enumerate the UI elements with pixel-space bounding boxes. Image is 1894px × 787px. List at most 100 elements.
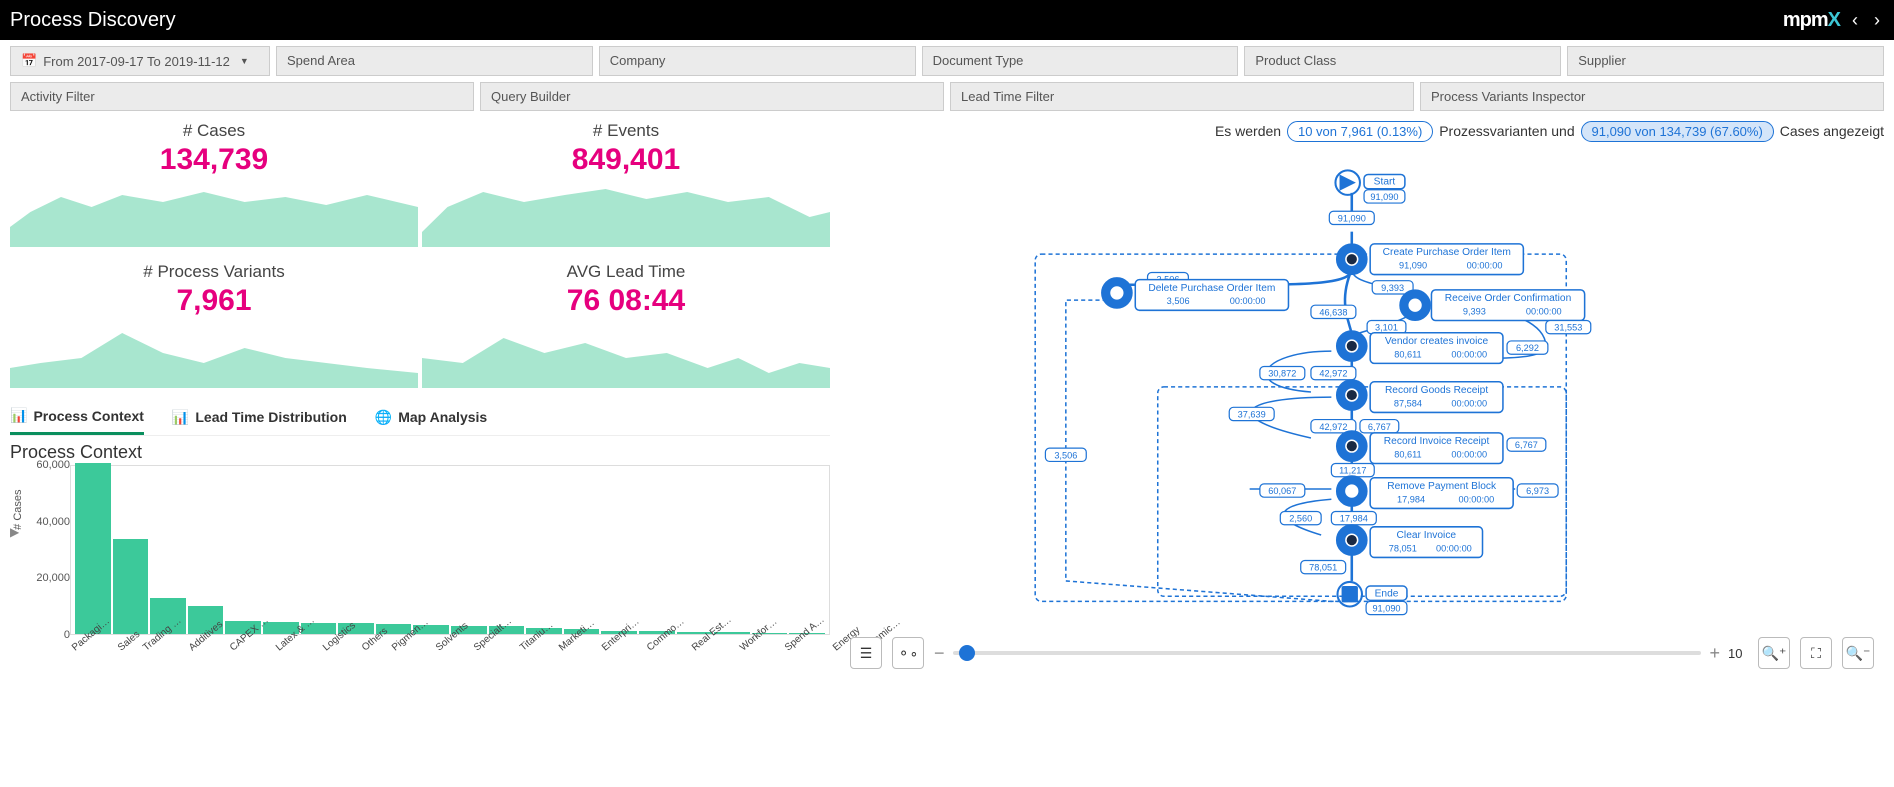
svg-text:91,090: 91,090: [1399, 260, 1427, 270]
y-axis-label: # Cases: [12, 489, 24, 529]
svg-text:6,767: 6,767: [1368, 422, 1391, 432]
process-node-goods-receipt[interactable]: Record Goods Receipt 87,584 00:00:00: [1341, 382, 1503, 413]
svg-text:Start: Start: [1374, 177, 1396, 188]
filter-row-2: Activity Filter Query Builder Lead Time …: [0, 82, 1894, 117]
svg-text:00:00:00: 00:00:00: [1436, 543, 1472, 553]
tab-process-context[interactable]: 📊 Process Context: [10, 399, 144, 435]
nav-prev-icon[interactable]: ‹: [1848, 10, 1862, 31]
process-context-chart: ▶ # Cases 60,000 40,000 20,000 0 Packagi…: [10, 465, 830, 675]
slider-plus-icon[interactable]: +: [1709, 643, 1720, 664]
filter-supplier[interactable]: Supplier: [1567, 46, 1884, 76]
process-start-node[interactable]: Start 91,090: [1335, 170, 1404, 203]
caret-down-icon: ▼: [240, 56, 249, 66]
y-axis: # Cases 60,000 40,000 20,000 0: [28, 465, 70, 635]
kpi-cases-spark: [10, 177, 418, 247]
filter-company[interactable]: Company: [599, 46, 916, 76]
top-bar: Process Discovery mpmX ‹ ›: [0, 0, 1894, 40]
kpi-events-title: # Events: [422, 121, 830, 141]
svg-text:9,393: 9,393: [1381, 283, 1404, 293]
fit-screen-button[interactable]: ⛶: [1800, 637, 1832, 669]
globe-icon: 🌐: [375, 409, 392, 426]
filter-activity[interactable]: Activity Filter: [10, 82, 474, 111]
process-map[interactable]: Start 91,090 91,090 Create Purchase Orde…: [840, 152, 1884, 632]
process-node-remove-payment-block[interactable]: Remove Payment Block 17,984 00:00:00: [1341, 478, 1514, 509]
filter-query-builder[interactable]: Query Builder: [480, 82, 944, 111]
variants-pill-2[interactable]: 91,090 von 134,739 (67.60%): [1581, 121, 1774, 142]
variants-slider[interactable]: [953, 651, 1702, 655]
svg-text:78,051: 78,051: [1389, 543, 1417, 553]
zoom-in-button[interactable]: 🔍⁺: [1758, 637, 1790, 669]
variants-summary: Es werden 10 von 7,961 (0.13%) Prozessva…: [840, 117, 1884, 152]
svg-text:17,984: 17,984: [1397, 494, 1425, 504]
variants-post: Cases angezeigt: [1780, 123, 1884, 139]
svg-text:91,090: 91,090: [1370, 192, 1398, 202]
bar-chart-icon: 📊: [10, 407, 27, 424]
svg-text:6,973: 6,973: [1526, 486, 1549, 496]
filter-product-class[interactable]: Product Class: [1244, 46, 1561, 76]
tab-map-analysis-label: Map Analysis: [398, 409, 487, 425]
process-node-clear-invoice[interactable]: Clear Invoice 78,051 00:00:00: [1341, 527, 1483, 558]
graph-view-button[interactable]: ⚬∘: [892, 637, 924, 669]
slider-minus-icon[interactable]: −: [934, 643, 945, 664]
svg-text:00:00:00: 00:00:00: [1451, 349, 1487, 359]
tab-map-analysis[interactable]: 🌐 Map Analysis: [375, 399, 487, 435]
svg-text:Clear Invoice: Clear Invoice: [1397, 530, 1457, 541]
filter-lead-time[interactable]: Lead Time Filter: [950, 82, 1414, 111]
chart-bar[interactable]: [113, 539, 149, 634]
kpi-leadtime: AVG Lead Time 76 08:44: [422, 258, 830, 395]
svg-text:42,972: 42,972: [1319, 369, 1347, 379]
kpi-events: # Events 849,401: [422, 117, 830, 254]
svg-text:00:00:00: 00:00:00: [1467, 260, 1503, 270]
svg-text:Receive Order Confirmation: Receive Order Confirmation: [1445, 293, 1572, 304]
zoom-out-button[interactable]: 🔍⁻: [1842, 637, 1874, 669]
kpi-cases-title: # Cases: [10, 121, 418, 141]
filter-spend-area[interactable]: Spend Area: [276, 46, 593, 76]
date-range-label: From 2017-09-17 To 2019-11-12: [43, 54, 230, 69]
variants-mid: Prozessvarianten und: [1439, 123, 1574, 139]
y-tick: 60,000: [28, 459, 70, 471]
kpi-variants-spark: [10, 318, 418, 388]
variants-pill-1[interactable]: 10 von 7,961 (0.13%): [1287, 121, 1433, 142]
page-title: Process Discovery: [10, 9, 176, 32]
list-view-button[interactable]: ☰: [850, 637, 882, 669]
filter-row-1: 📅 From 2017-09-17 To 2019-11-12 ▼ Spend …: [0, 40, 1894, 82]
kpi-variants-title: # Process Variants: [10, 262, 418, 282]
process-end-node[interactable]: Ende 91,090: [1337, 582, 1406, 615]
nav-next-icon[interactable]: ›: [1870, 10, 1884, 31]
kpi-cases-value: 134,739: [10, 143, 418, 177]
process-node-receive-order-conf[interactable]: Receive Order Confirmation 9,393 00:00:0…: [1404, 290, 1585, 321]
kpi-variants: # Process Variants 7,961: [10, 258, 418, 395]
calendar-icon: 📅: [21, 53, 37, 69]
chart-title: Process Context: [10, 442, 830, 463]
filter-document-type[interactable]: Document Type: [922, 46, 1239, 76]
bar-chart-icon: 📊: [172, 409, 189, 426]
slider-thumb[interactable]: [959, 645, 975, 661]
svg-text:Record Goods Receipt: Record Goods Receipt: [1385, 385, 1488, 396]
process-node-vendor-invoice[interactable]: Vendor creates invoice 80,611 00:00:00: [1341, 333, 1503, 364]
tab-process-context-label: Process Context: [33, 408, 143, 424]
svg-text:11,217: 11,217: [1339, 466, 1366, 476]
svg-text:9,393: 9,393: [1463, 306, 1486, 316]
svg-text:Delete Purchase Order Item: Delete Purchase Order Item: [1148, 283, 1275, 294]
svg-text:Ende: Ende: [1375, 588, 1399, 599]
svg-text:6,767: 6,767: [1515, 440, 1538, 450]
svg-text:6,292: 6,292: [1516, 343, 1539, 353]
svg-text:30,872: 30,872: [1268, 369, 1296, 379]
svg-text:Create Purchase Order Item: Create Purchase Order Item: [1383, 247, 1511, 258]
x-axis-labels: Packagi…SalesTrading …AdditivesCAPEX …La…: [70, 635, 830, 675]
chart-bar[interactable]: [75, 463, 111, 634]
svg-text:91,090: 91,090: [1338, 213, 1366, 223]
date-range-filter[interactable]: 📅 From 2017-09-17 To 2019-11-12 ▼: [10, 46, 270, 76]
filter-variants-inspector[interactable]: Process Variants Inspector: [1420, 82, 1884, 111]
chart-plot-area: [70, 465, 830, 635]
svg-text:80,611: 80,611: [1394, 349, 1421, 359]
svg-text:87,584: 87,584: [1394, 398, 1422, 408]
kpi-leadtime-spark: [422, 318, 830, 388]
tab-lead-time-dist[interactable]: 📊 Lead Time Distribution: [172, 399, 347, 435]
process-node-invoice-receipt[interactable]: Record Invoice Receipt 80,611 00:00:00: [1341, 433, 1503, 464]
svg-text:00:00:00: 00:00:00: [1451, 449, 1487, 459]
svg-text:31,553: 31,553: [1554, 323, 1582, 333]
svg-text:3,101: 3,101: [1375, 323, 1398, 333]
svg-text:Vendor creates invoice: Vendor creates invoice: [1385, 336, 1489, 347]
process-node-create-po[interactable]: Create Purchase Order Item 91,090 00:00:…: [1341, 244, 1524, 275]
